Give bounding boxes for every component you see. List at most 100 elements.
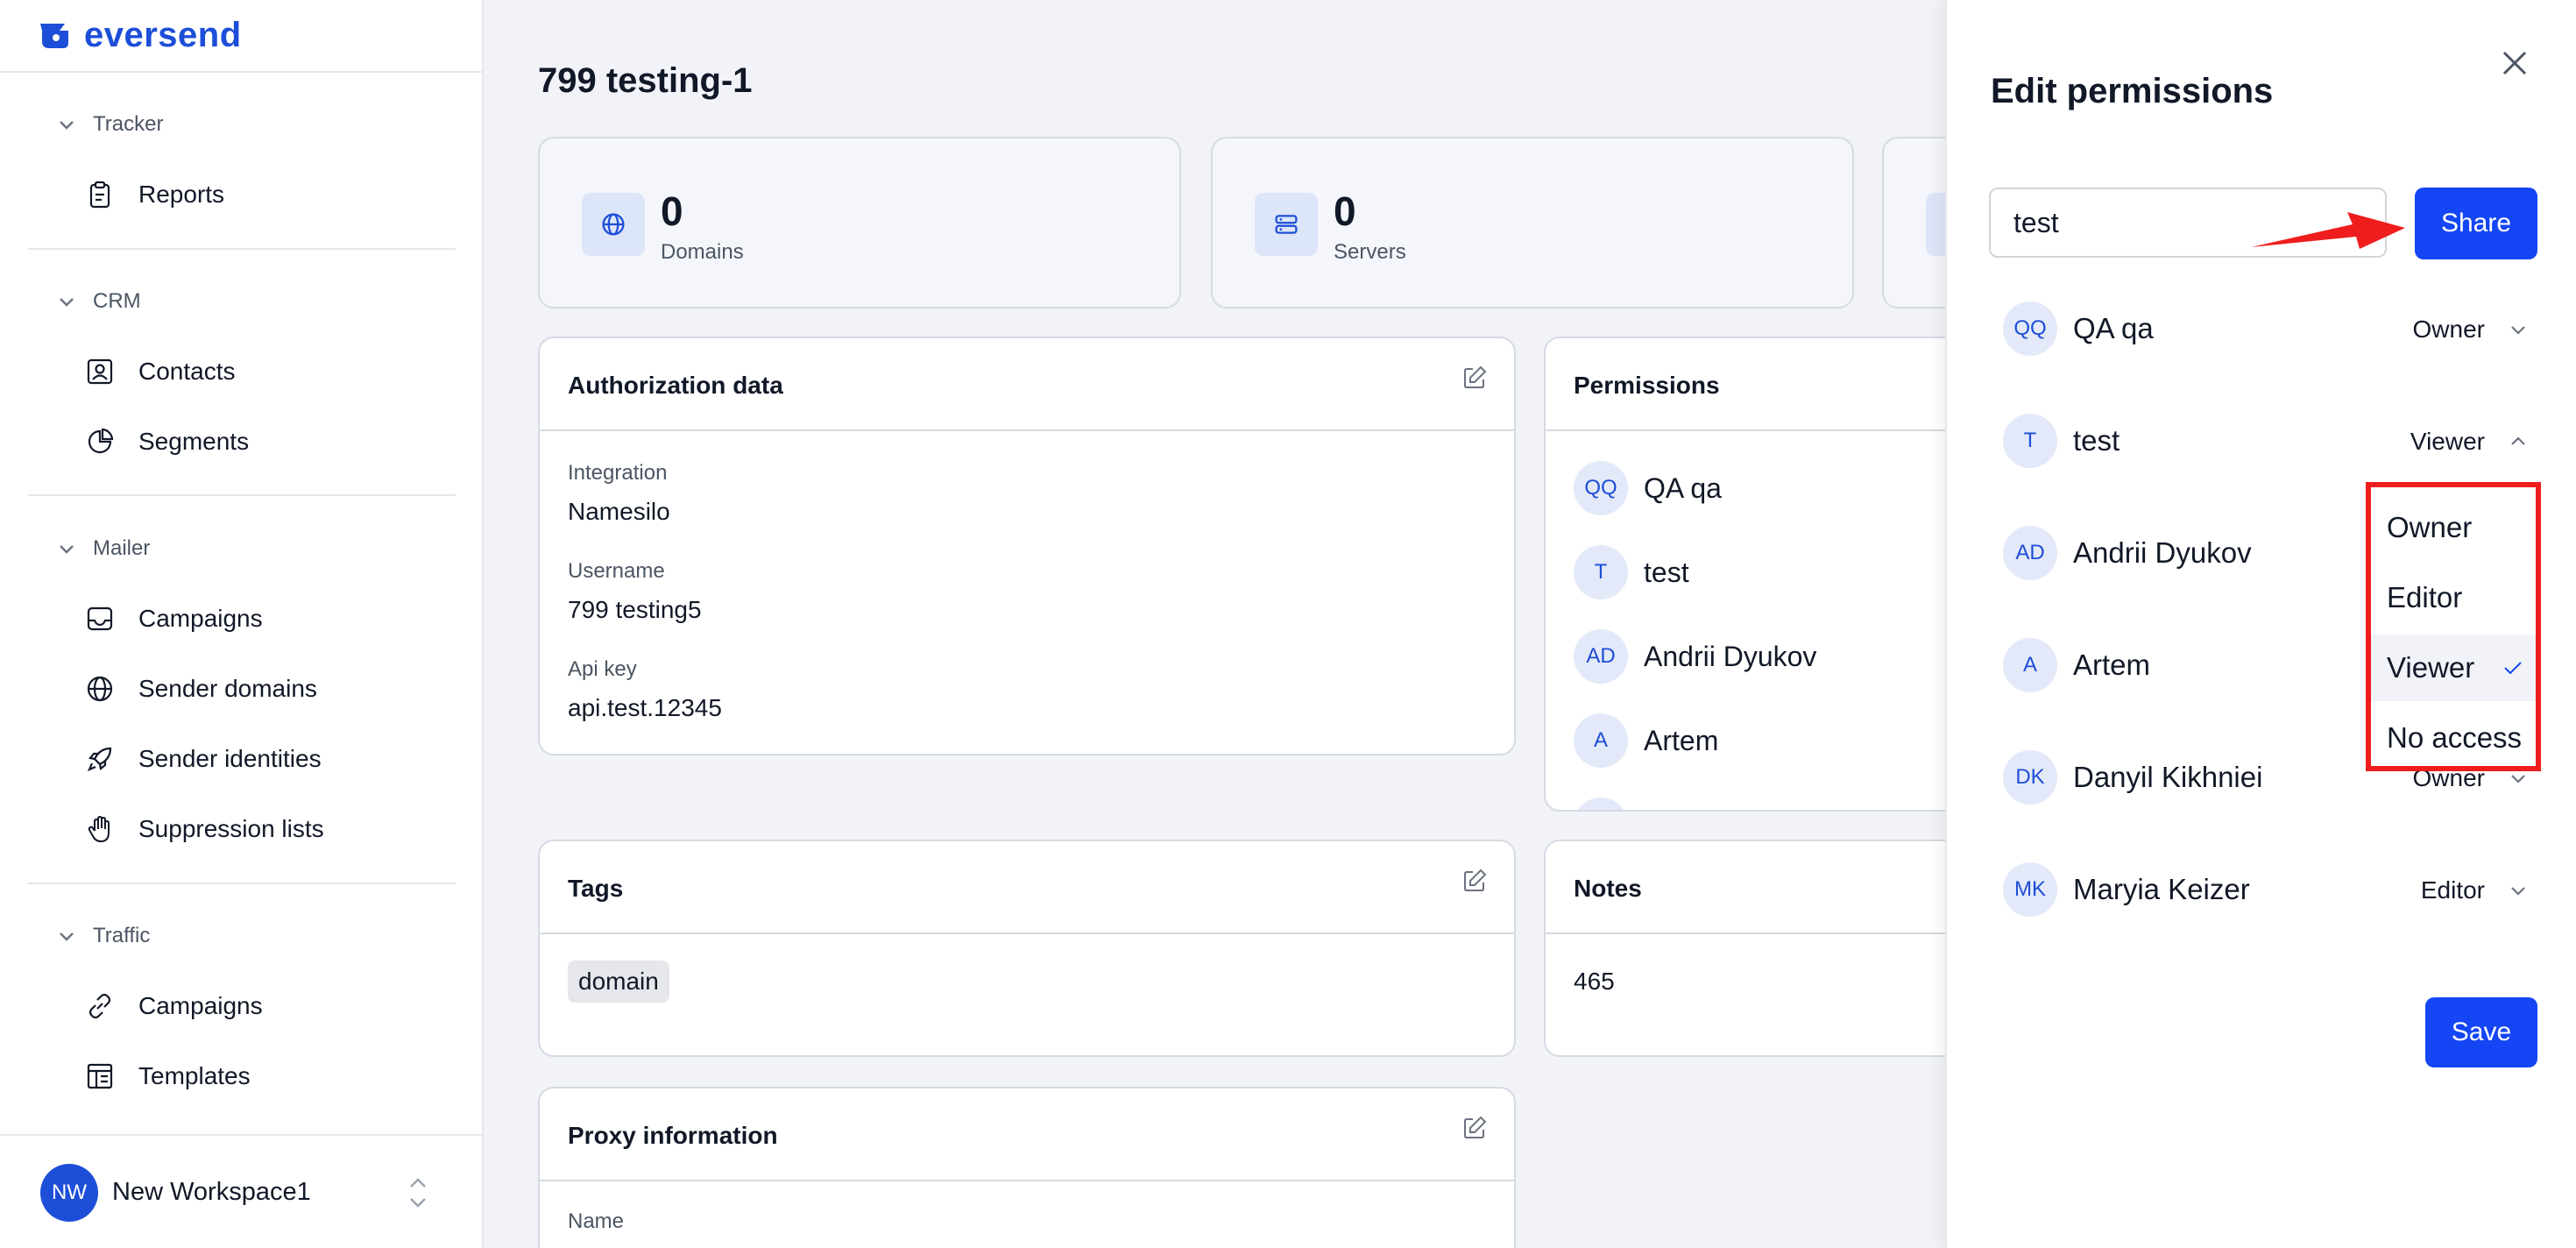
contact-card-icon [84, 356, 116, 387]
avatar: T [1574, 545, 1628, 599]
brand[interactable]: eversend [39, 12, 242, 58]
link-icon [84, 990, 116, 1022]
avatar [1574, 798, 1628, 810]
globe-icon [84, 673, 116, 705]
chevron-down-icon [60, 298, 74, 307]
avatar: A [2003, 638, 2057, 692]
avatar: T [2003, 414, 2057, 468]
server-icon [1255, 193, 1318, 256]
page-title: 799 testing-1 [538, 61, 753, 100]
sidebar-item-campaigns[interactable]: Campaigns [84, 603, 263, 635]
stat-icon [1926, 193, 1945, 256]
chevron-down-icon [60, 545, 74, 554]
card-header: Proxy information [540, 1088, 1514, 1181]
member-name: QA qa [1644, 472, 1722, 504]
sidebar-item-segments[interactable]: Segments [84, 426, 249, 457]
stat-value: 0 [661, 188, 683, 234]
card-header: Authorization data [540, 338, 1514, 431]
menu-item-owner[interactable]: Owner [2371, 494, 2536, 561]
stat-card-domains: 0 Domains [538, 137, 1181, 308]
permissions-card: Permissions QQ QA qa T test AD Andrii Dy… [1544, 337, 1945, 812]
section-traffic[interactable]: Traffic [56, 924, 150, 948]
list-item: QQ QA qa [1574, 461, 1722, 515]
chevron-up-icon [2511, 436, 2525, 445]
sidebar-item-traffic-campaigns[interactable]: Campaigns [84, 990, 263, 1022]
list-item [1574, 798, 1628, 810]
save-button[interactable]: Save [2425, 997, 2537, 1067]
globe-icon [582, 193, 645, 256]
member-name: Maryia Keizer [2073, 873, 2250, 905]
chevron-down-icon [2511, 887, 2525, 896]
member-row: MK Maryia Keizer Editor [2003, 861, 2529, 918]
template-icon [84, 1060, 116, 1092]
role-dropdown-menu: Owner Editor Viewer No access [2366, 482, 2541, 771]
chevron-down-icon [2511, 326, 2525, 335]
pie-chart-icon [84, 426, 116, 457]
workspace-name: New Workspace1 [112, 1178, 311, 1206]
sidebar-item-label: Sender domains [138, 675, 317, 702]
main-content: 799 testing-1 0 Domains 0 Servers Author… [484, 0, 1945, 1248]
list-item: T test [1574, 545, 1689, 599]
list-item: AD Andrii Dyukov [1574, 629, 1816, 684]
avatar: QQ [2003, 301, 2057, 356]
sidebar-item-label: Reports [138, 181, 225, 208]
chevron-up-down-icon[interactable] [403, 1173, 433, 1213]
divider [28, 248, 456, 250]
clipboard-icon [84, 179, 116, 210]
sidebar-item-label: Templates [138, 1062, 251, 1089]
workspace-switcher[interactable]: NW New Workspace1 [0, 1134, 482, 1248]
check-icon [2504, 662, 2522, 675]
field-value: api.test.12345 [568, 694, 722, 721]
role-select[interactable]: Editor [2421, 876, 2529, 904]
section-label: Tracker [93, 112, 164, 136]
chevron-down-icon [60, 932, 74, 941]
card-title: Tags [568, 875, 624, 902]
edit-icon[interactable] [1461, 1115, 1488, 1141]
edit-icon[interactable] [1461, 365, 1488, 391]
sidebar-item-sender-domains[interactable]: Sender domains [84, 673, 317, 705]
member-name: QA qa [2073, 312, 2154, 344]
card-title: Authorization data [568, 372, 783, 399]
member-name: Artem [1644, 724, 1719, 756]
edit-icon[interactable] [1461, 868, 1488, 894]
menu-item-editor[interactable]: Editor [2371, 564, 2536, 631]
member-name: Andrii Dyukov [2073, 536, 2252, 569]
rocket-icon [84, 743, 116, 775]
avatar: AD [1574, 629, 1628, 684]
role-select[interactable]: Viewer [2410, 428, 2529, 456]
sidebar-item-templates[interactable]: Templates [84, 1060, 251, 1092]
member-name: Artem [2073, 649, 2151, 681]
sidebar-item-label: Suppression lists [138, 815, 324, 842]
avatar: AD [2003, 526, 2057, 580]
divider [28, 883, 456, 884]
field-label: Integration [568, 461, 668, 485]
field-label: Username [568, 559, 665, 583]
section-mailer[interactable]: Mailer [56, 536, 150, 561]
share-button[interactable]: Share [2415, 188, 2537, 259]
menu-item-no-access[interactable]: No access [2371, 705, 2536, 771]
inbox-icon [84, 603, 116, 635]
sidebar-item-reports[interactable]: Reports [84, 179, 224, 210]
menu-item-viewer[interactable]: Viewer [2371, 635, 2536, 701]
divider [0, 71, 484, 73]
sidebar-item-label: Contacts [138, 358, 236, 385]
card-header: Notes [1546, 841, 1945, 934]
card-header: Permissions [1546, 338, 1945, 431]
stat-label: Domains [661, 240, 744, 264]
close-icon[interactable] [2497, 46, 2532, 81]
sidebar: eversend Tracker Reports CRM Contacts Se… [0, 0, 484, 1248]
field-value: Namesilo [568, 498, 670, 525]
avatar: A [1574, 713, 1628, 768]
section-tracker[interactable]: Tracker [56, 112, 163, 137]
sidebar-item-contacts[interactable]: Contacts [84, 356, 236, 387]
role-select[interactable]: Owner [2413, 316, 2529, 344]
sidebar-item-label: Campaigns [138, 992, 263, 1019]
sidebar-item-sender-identities[interactable]: Sender identities [84, 743, 322, 775]
section-crm[interactable]: CRM [56, 289, 141, 314]
sidebar-item-suppression-lists[interactable]: Suppression lists [84, 813, 324, 845]
notes-card: Notes 465 [1544, 840, 1945, 1057]
red-arrow-annotation [2251, 212, 2405, 249]
member-name: Andrii Dyukov [1644, 640, 1817, 672]
hand-icon [84, 813, 116, 845]
card-title: Proxy information [568, 1122, 778, 1149]
